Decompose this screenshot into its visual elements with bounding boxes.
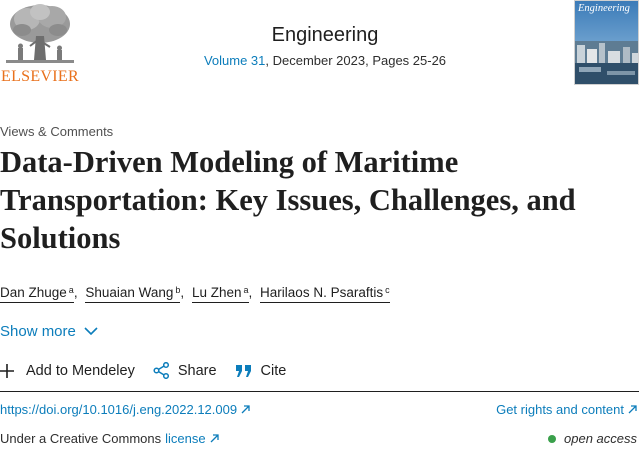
author-link[interactable]: Harilaos N. Psaraftis c — [260, 285, 390, 303]
volume-link[interactable]: Volume 31 — [204, 53, 265, 68]
article-title: Data-Driven Modeling of Maritime Transpo… — [0, 145, 576, 255]
author-name: Harilaos N. Psaraftis — [260, 285, 384, 300]
author-link[interactable]: Lu Zhen a — [191, 285, 249, 303]
add-to-mendeley-label: Add to Mendeley — [26, 362, 135, 379]
author-affiliation-marker: c — [385, 285, 390, 295]
journal-title-link[interactable]: Engineering — [160, 24, 490, 47]
doi-url: https://doi.org/10.1016/j.eng.2022.12.00… — [0, 402, 238, 417]
cite-label: Cite — [260, 362, 287, 379]
author-separator: , — [180, 285, 185, 300]
show-more-button[interactable]: Show more — [0, 323, 98, 340]
cite-button[interactable]: Cite — [235, 362, 287, 379]
license-link[interactable]: license — [165, 431, 219, 446]
article-type-label: Views & Comments — [0, 124, 114, 139]
journal-cover-image[interactable]: Engineering — [574, 0, 639, 85]
license-link-label: license — [165, 431, 206, 446]
quote-icon — [235, 364, 251, 377]
doi-link[interactable]: https://doi.org/10.1016/j.eng.2022.12.00… — [0, 402, 250, 417]
elsevier-wordmark: ELSEVIER — [1, 68, 79, 85]
share-button[interactable]: Share — [153, 362, 217, 379]
author-separator: , — [73, 285, 78, 300]
author-name: Lu Zhen — [191, 285, 242, 300]
section-divider — [0, 391, 639, 392]
external-link-arrow-icon — [241, 405, 250, 414]
show-more-label: Show more — [0, 323, 76, 340]
add-to-mendeley-button[interactable]: Add to Mendeley — [0, 363, 135, 379]
open-access-dot-icon — [548, 434, 556, 443]
author-separator: , — [248, 285, 253, 300]
author-link[interactable]: Shuaian Wang b — [85, 285, 181, 303]
cover-journal-name: Engineering — [578, 3, 630, 14]
open-access-label: open access — [564, 431, 637, 446]
elsevier-logo[interactable]: ELSEVIER — [0, 0, 80, 88]
license-statement: Under a Creative Commons license — [0, 431, 219, 446]
get-rights-label: Get rights and content — [496, 402, 624, 417]
issue-date-pages: , December 2023, Pages 25-26 — [265, 53, 447, 68]
author-list: Dan Zhuge a, Shuaian Wang b, Lu Zhen a, Har… — [0, 285, 390, 303]
elsevier-tree-icon — [0, 0, 80, 68]
author-name: Dan Zhuge — [0, 285, 67, 300]
author-link[interactable]: Dan Zhuge a — [0, 285, 74, 303]
open-access-indicator: open access — [548, 431, 637, 446]
get-rights-link[interactable]: Get rights and content — [496, 402, 637, 417]
article-actions-bar: Add to Mendeley Share Cite — [0, 362, 286, 379]
external-link-arrow-icon — [210, 434, 219, 443]
share-label: Share — [177, 362, 217, 379]
plus-icon — [0, 363, 14, 378]
license-prefix: Under a Creative Commons — [0, 431, 162, 446]
author-name: Shuaian Wang — [85, 285, 174, 300]
author-affiliation-marker: a — [243, 285, 249, 295]
chevron-down-icon — [84, 327, 98, 336]
journal-issue-details: Volume 31, December 2023, Pages 25-26 — [150, 53, 500, 68]
share-icon — [153, 362, 169, 379]
external-link-arrow-icon — [628, 405, 637, 414]
